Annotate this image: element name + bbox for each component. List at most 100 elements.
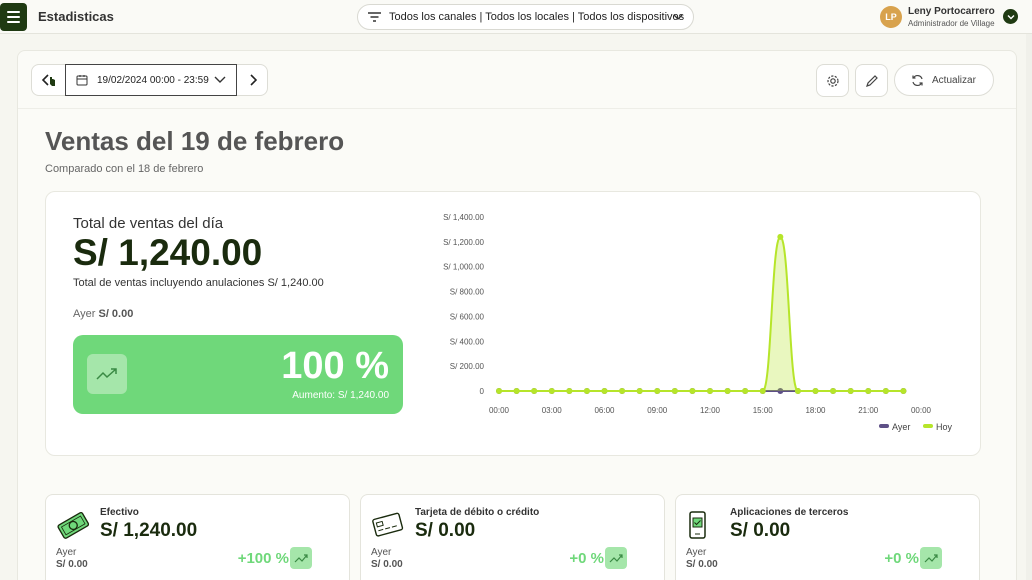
date-range-text: 19/02/2024 00:00 - 23:59 <box>97 74 209 86</box>
y-tick-label: S/ 1,000.00 <box>443 263 484 272</box>
data-point-hoy <box>900 388 907 394</box>
data-point-hoy <box>794 388 801 394</box>
app-title: Estadisticas <box>38 9 114 24</box>
settings-button[interactable] <box>816 64 849 97</box>
data-point-hoy <box>847 388 854 394</box>
payment-yesterday-label: Ayer <box>686 547 707 558</box>
y-tick-label: S/ 1,400.00 <box>443 213 484 222</box>
main-panel: 19/02/2024 00:00 - 23:59 Actualizar Vent… <box>17 50 1017 580</box>
payment-yesterday-value: S/ 0.00 <box>56 559 88 570</box>
date-range-picker[interactable]: 19/02/2024 00:00 - 23:59 <box>65 64 237 96</box>
hamburger-menu-icon[interactable] <box>0 3 27 31</box>
x-tick-label: 21:00 <box>858 406 879 415</box>
payment-yesterday-label: Ayer <box>56 547 77 558</box>
page-subtitle: Comparado con el 18 de febrero <box>45 163 204 175</box>
payment-percent-change: +0 % <box>569 550 604 567</box>
data-point-hoy <box>671 388 678 394</box>
total-sales-label: Total de ventas del día <box>73 215 224 232</box>
cash-icon <box>56 509 90 546</box>
chevron-down-icon <box>214 76 226 83</box>
payment-method-card: Aplicaciones de terceros S/ 0.00 Ayer S/ 0.… <box>675 494 980 580</box>
chevron-right-icon <box>249 74 257 86</box>
y-tick-label: S/ 200.00 <box>450 362 485 371</box>
percent-change-card: 100 % Aumento: S/ 1,240.00 <box>73 335 403 414</box>
data-point-hoy <box>601 388 608 394</box>
chevron-down-icon <box>673 14 683 20</box>
payment-method-card: Tarjeta de débito o crédito S/ 0.00 Ayer S/… <box>360 494 665 580</box>
x-tick-label: 00:00 <box>911 406 932 415</box>
x-tick-label: 06:00 <box>594 406 615 415</box>
data-point-hoy <box>548 388 555 394</box>
refresh-label: Actualizar <box>932 74 976 86</box>
edit-button[interactable] <box>855 64 888 97</box>
gear-icon <box>826 74 839 87</box>
refresh-button[interactable]: Actualizar <box>894 64 994 96</box>
previous-day-button[interactable] <box>32 65 65 95</box>
user-menu-chevron-icon[interactable] <box>1003 9 1018 24</box>
pointer-back-icon <box>41 74 55 86</box>
filter-text: Todos los canales | Todos los locales | … <box>389 11 685 23</box>
payment-yesterday-value: S/ 0.00 <box>371 559 403 570</box>
data-point-hoy <box>583 388 590 394</box>
legend-swatch-hoy <box>923 424 933 428</box>
scrollbar[interactable] <box>1026 34 1032 580</box>
data-point-hoy <box>742 388 749 394</box>
legend-label: Hoy <box>936 422 953 432</box>
trend-up-icon <box>605 547 627 569</box>
series-line-hoy <box>498 235 904 392</box>
data-point-hoy <box>513 388 520 394</box>
data-point-hoy <box>496 388 502 394</box>
pencil-icon <box>865 74 878 87</box>
payment-method-value: S/ 1,240.00 <box>100 520 198 541</box>
data-point-hoy <box>619 388 626 394</box>
payment-method-card: Efectivo S/ 1,240.00 Ayer S/ 0.00 +100 % <box>45 494 350 580</box>
yesterday-label: Ayer <box>73 308 96 320</box>
payment-percent-change: +0 % <box>884 550 919 567</box>
data-point-hoy <box>636 388 643 394</box>
data-point-hoy <box>865 388 872 394</box>
x-tick-label: 15:00 <box>753 406 774 415</box>
data-point-hoy <box>654 388 661 394</box>
toolbar: 19/02/2024 00:00 - 23:59 Actualizar <box>18 51 1016 109</box>
total-sales-subtext: Total de ventas incluyendo anulaciones S… <box>73 277 324 289</box>
percent-change-subtext: Aumento: S/ 1,240.00 <box>292 390 389 401</box>
payment-method-label: Tarjeta de débito o crédito <box>415 507 540 518</box>
refresh-icon <box>912 74 923 86</box>
legend-swatch-ayer <box>879 424 889 428</box>
x-tick-label: 18:00 <box>805 406 826 415</box>
y-tick-label: S/ 1,200.00 <box>443 238 484 247</box>
payment-method-value: S/ 0.00 <box>730 520 791 541</box>
data-point-hoy <box>707 388 713 394</box>
payment-percent-change: +100 % <box>237 550 289 567</box>
trend-up-icon <box>87 354 127 394</box>
user-role: Administrador de Village <box>908 19 995 28</box>
page-title: Ventas del 19 de febrero <box>45 126 345 156</box>
data-point-hoy <box>689 388 696 394</box>
date-navigator: 19/02/2024 00:00 - 23:59 <box>31 64 268 96</box>
user-name: Leny Portocarrero <box>908 6 995 17</box>
filter-icon <box>368 12 381 22</box>
avatar[interactable]: LP <box>880 6 902 28</box>
sales-line-chart: S/ 1,400.00 S/ 1,200.00 S/ 1,000.00 S/ 800.… <box>443 213 953 432</box>
data-point-hoy <box>777 233 784 240</box>
card-icon <box>371 509 405 544</box>
next-day-button[interactable] <box>237 65 268 95</box>
data-point-hoy <box>759 388 766 394</box>
percent-change-value: 100 % <box>281 345 389 387</box>
x-tick-label: 12:00 <box>700 406 721 415</box>
data-point-hoy <box>830 388 837 394</box>
data-point-hoy <box>724 388 731 394</box>
y-tick-label: 0 <box>480 387 485 396</box>
payment-yesterday-value: S/ 0.00 <box>686 559 718 570</box>
trend-up-icon <box>920 547 942 569</box>
data-point-hoy <box>531 388 538 394</box>
yesterday-value: S/ 0.00 <box>98 308 134 320</box>
payment-method-label: Efectivo <box>100 507 139 518</box>
y-tick-label: S/ 600.00 <box>450 312 485 321</box>
data-point-hoy <box>812 388 819 394</box>
channel-filter-dropdown[interactable]: Todos los canales | Todos los locales | … <box>357 4 694 30</box>
yesterday-total: Ayer S/ 0.00 <box>73 308 133 320</box>
x-tick-label: 00:00 <box>489 406 510 415</box>
payment-method-label: Aplicaciones de terceros <box>730 507 849 518</box>
data-point-hoy <box>566 388 573 394</box>
